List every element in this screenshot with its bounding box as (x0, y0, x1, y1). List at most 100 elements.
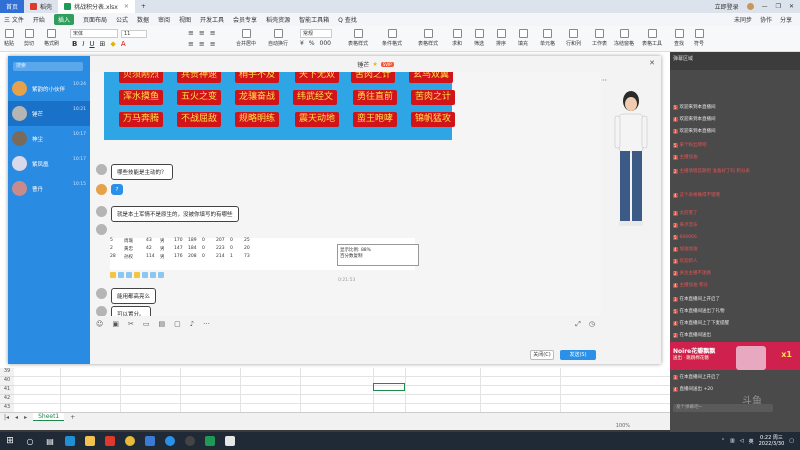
menu-item-5[interactable]: 审阅 (158, 15, 170, 24)
row-header[interactable]: 39 (0, 368, 14, 377)
share-button[interactable]: 分享 (780, 15, 792, 24)
taskbar-app[interactable] (100, 432, 120, 450)
message-input[interactable] (90, 331, 601, 351)
search-button[interactable]: ○ (20, 432, 40, 450)
thousands-icon[interactable]: 000 (320, 40, 331, 47)
sync-status[interactable]: 未同步 (734, 15, 752, 24)
taskbar-app[interactable] (60, 432, 80, 450)
row-header[interactable]: 41 (0, 386, 14, 395)
send-button[interactable]: 发送(S) (560, 350, 596, 360)
contact-item[interactable]: 曹丹 10:15 (8, 176, 90, 201)
prev-sheet-icon[interactable]: ◂ (15, 414, 18, 421)
number-format-select[interactable]: 常规 (300, 29, 332, 38)
fill-color-icon[interactable]: ◆ (110, 40, 115, 48)
clock[interactable]: 0:22 周三 2022/3/30 (759, 435, 785, 447)
reaction-icon[interactable] (158, 272, 164, 278)
wrap-button[interactable]: 自动换行 (268, 29, 288, 47)
underline-button[interactable]: U (89, 40, 94, 48)
avatar[interactable] (746, 3, 754, 10)
volume-icon[interactable]: ◁ (740, 438, 744, 444)
message-bubble[interactable]: ? (111, 184, 123, 195)
first-sheet-icon[interactable]: |◂ (4, 414, 9, 421)
sheet-tab[interactable]: Sheet1 (33, 413, 65, 421)
worksheet-button[interactable]: 工作表 (592, 29, 607, 47)
filter-button[interactable]: 筛选 (474, 29, 484, 47)
table-tools-button[interactable]: 表格工具 (642, 29, 662, 47)
menu-search[interactable]: Q 查找 (338, 15, 357, 24)
row-header[interactable]: 40 (0, 377, 14, 386)
align-middle-icon[interactable]: ≡ (199, 29, 205, 37)
screen-share-icon[interactable]: ▢ (174, 320, 181, 330)
merge-button[interactable]: 合并居中 (236, 29, 256, 47)
menu-item-0[interactable]: 开始 (33, 15, 45, 24)
chevron-up-icon[interactable]: ⌃ (721, 438, 725, 444)
danmaku-input[interactable]: 发个弹幕吧~ (673, 404, 773, 412)
task-view-button[interactable]: ▤ (40, 432, 60, 450)
cut-button[interactable]: 剪切 (24, 29, 34, 47)
cell-button[interactable]: 单元格 (540, 29, 555, 47)
ime-indicator[interactable]: 英 (749, 438, 754, 445)
italic-button[interactable]: I (82, 40, 84, 48)
sum-button[interactable]: 求和 (452, 29, 462, 47)
start-button[interactable]: ⊞ (0, 432, 20, 450)
align-center-icon[interactable]: ≡ (199, 40, 205, 48)
contact-item[interactable]: 紫凤凰 10:17 (8, 151, 90, 176)
font-select[interactable]: 宋体 11 (70, 29, 147, 38)
message-area[interactable]: 贝须刚烈 兵贵神速 稍手不及 天下无双 苦肉之计 玄鸟双翼 浑水摸鱼 五火之变 … (90, 72, 601, 316)
maximize-icon[interactable]: ❐ (776, 3, 781, 10)
border-icon[interactable]: ⊞ (100, 40, 106, 48)
taskbar-app[interactable] (140, 432, 160, 450)
close-tab-icon[interactable]: ✕ (124, 3, 129, 10)
more-tools-icon[interactable]: ··· (203, 320, 210, 330)
emoji-icon[interactable]: ☺ (96, 320, 103, 330)
contact-search-input[interactable]: 搜索 (13, 62, 83, 71)
fill-button[interactable]: 填充 (518, 29, 528, 47)
reaction-icon[interactable] (134, 272, 140, 278)
add-sheet-button[interactable]: + (70, 414, 75, 421)
menu-item-9[interactable]: 稻壳资源 (266, 15, 290, 24)
table-style-2-button[interactable]: 表格样式 (418, 29, 438, 47)
paste-button[interactable]: 粘贴 (4, 29, 14, 47)
align-left-icon[interactable]: ≡ (188, 40, 194, 48)
close-icon[interactable]: ✕ (649, 59, 655, 67)
row-col-button[interactable]: 行和列 (566, 29, 581, 47)
cond-format-button[interactable]: 条件格式 (382, 29, 402, 47)
tab-home[interactable]: 首页 (0, 0, 25, 13)
table-style-button[interactable]: 表格样式 (348, 29, 368, 47)
menu-item-6[interactable]: 视图 (179, 15, 191, 24)
history-icon[interactable]: ◷ (589, 320, 595, 329)
menu-item-2[interactable]: 页面布局 (83, 15, 107, 24)
gif-icon[interactable]: ▣ (112, 320, 119, 330)
message-bubble[interactable]: 就是本土军情不是原生的，没被你填写的有哪些 (111, 206, 239, 222)
contact-item[interactable]: 锤芒 10:21 (8, 101, 90, 126)
symbol-button[interactable]: 符号 (694, 29, 704, 47)
tab-file[interactable]: 挑战积分表.xlsx ✕ (58, 0, 135, 13)
notification-icon[interactable]: ▢ (789, 438, 794, 444)
align-right-icon[interactable]: ≡ (210, 40, 216, 48)
reaction-icon[interactable] (142, 272, 148, 278)
reaction-icon[interactable] (110, 272, 116, 278)
align-top-icon[interactable]: ≡ (188, 29, 194, 37)
menu-item-4[interactable]: 数据 (137, 15, 149, 24)
taskbar-app[interactable] (180, 432, 200, 450)
font-color-icon[interactable]: A (121, 40, 126, 48)
tab-docer[interactable]: 稻壳 (24, 0, 58, 13)
contact-item[interactable]: 紫韵的小伙伴 10:24 (8, 76, 90, 101)
menu-item-8[interactable]: 会员专享 (233, 15, 257, 24)
reaction-icon[interactable] (118, 272, 124, 278)
close-icon[interactable]: ✕ (789, 3, 794, 10)
mic-icon[interactable]: ♪ (190, 320, 194, 330)
image-icon[interactable]: ▤ (158, 320, 165, 330)
menu-item-7[interactable]: 开发工具 (200, 15, 224, 24)
align-bottom-icon[interactable]: ≡ (210, 29, 216, 37)
reaction-icon[interactable] (126, 272, 132, 278)
message-bubble[interactable]: 哪些技能是主动的？ (111, 164, 173, 180)
zoom-level[interactable]: 100% (616, 423, 630, 429)
expand-icon[interactable]: ⤢ (575, 320, 581, 329)
message-bubble[interactable]: 可以置分。 (111, 306, 151, 316)
close-button[interactable]: 关闭(C) (530, 350, 554, 360)
sort-button[interactable]: 排序 (496, 29, 506, 47)
format-painter-button[interactable]: 格式刷 (44, 29, 59, 47)
user-label[interactable]: 立即登录 (715, 2, 739, 11)
percent-icon[interactable]: % (309, 40, 315, 47)
